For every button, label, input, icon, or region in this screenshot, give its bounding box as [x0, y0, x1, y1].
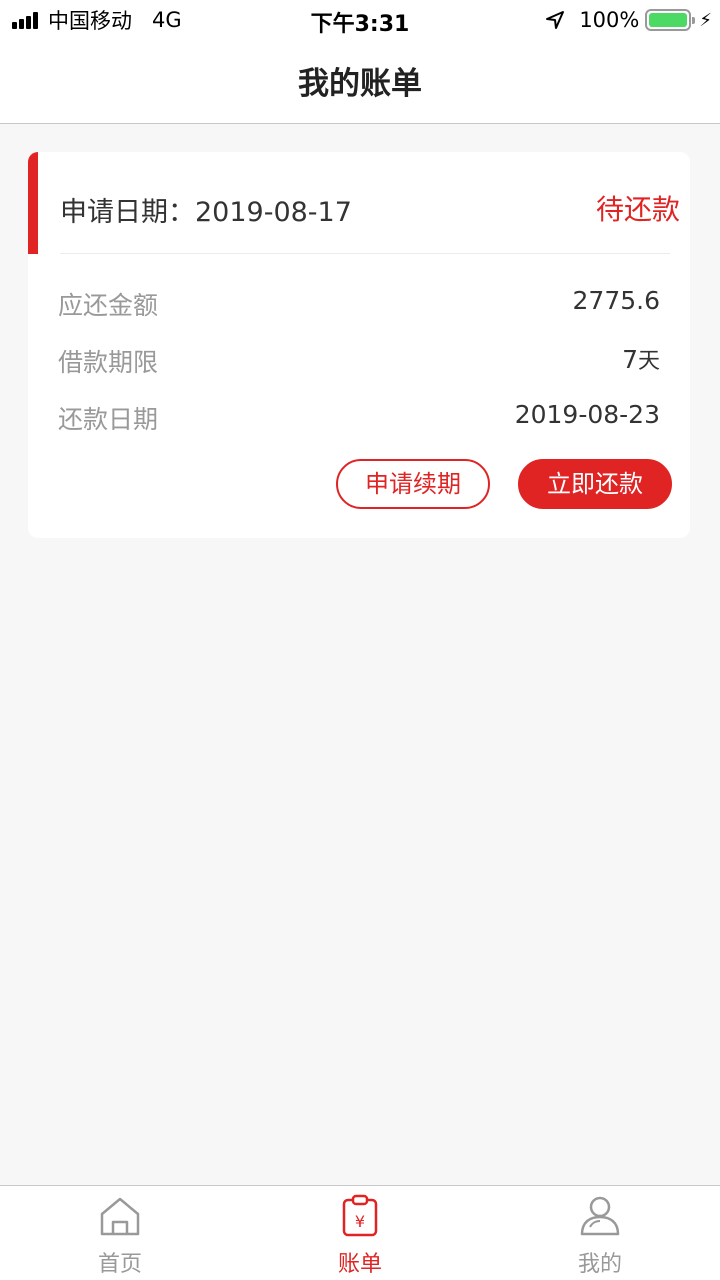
svg-text:¥: ¥ [355, 1212, 365, 1231]
apply-renewal-button[interactable]: 申请续期 [336, 459, 490, 509]
apply-date: 申请日期：2019-08-17 [60, 197, 352, 228]
bill-card-header: 申请日期：2019-08-17 待还款 [60, 152, 680, 254]
nav-header: 我的账单 [0, 40, 720, 124]
status-badge: 待还款 [595, 193, 680, 226]
loan-term-label: 借款期限 [58, 348, 159, 377]
battery-icon [645, 9, 696, 31]
loan-term-value: 7天 [622, 345, 660, 374]
home-icon [100, 1197, 140, 1236]
tab-mine[interactable]: 我的 [480, 1186, 720, 1280]
amount-due-value: 2775.6 [572, 286, 660, 315]
repay-date-row: 还款日期 2019-08-23 [58, 400, 660, 440]
status-right: 100% ⚡ [545, 6, 712, 34]
loan-term-row: 借款期限 7天 [58, 343, 660, 383]
status-bar: 中国移动 4G 下午3:31 100% ⚡ [0, 0, 720, 40]
tab-home-label: 首页 [97, 1252, 142, 1277]
tab-home[interactable]: 首页 [0, 1186, 240, 1280]
bill-card: 申请日期：2019-08-17 待还款 应还金额 2775.6 借款期限 7天 … [28, 152, 690, 538]
battery-percent: 100% [579, 8, 640, 32]
location-arrow-icon [546, 11, 565, 29]
repay-now-button[interactable]: 立即还款 [518, 459, 672, 509]
tab-bill-label: 账单 [337, 1252, 382, 1277]
tab-bill[interactable]: ¥ 账单 [240, 1186, 480, 1280]
tab-mine-label: 我的 [577, 1252, 622, 1277]
page-title: 我的账单 [298, 66, 422, 102]
tab-bar: 首页 ¥ 账单 我的 [0, 1185, 720, 1280]
charging-bolt-icon: ⚡ [699, 9, 712, 31]
repay-date-value: 2019-08-23 [514, 400, 660, 429]
amount-due-label: 应还金额 [58, 291, 159, 320]
repay-date-label: 还款日期 [58, 405, 159, 434]
user-icon [580, 1196, 620, 1236]
amount-due-row: 应还金额 2775.6 [58, 286, 660, 326]
bill-icon: ¥ [342, 1194, 378, 1237]
card-accent-bar [28, 152, 38, 254]
